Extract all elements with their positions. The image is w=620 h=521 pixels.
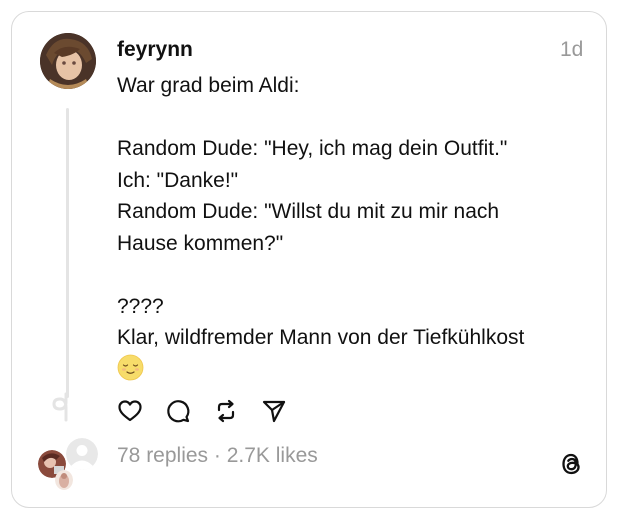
participant-avatar-default [66,438,98,470]
post-body: War grad beim Aldi: Random Dude: "Hey, i… [117,70,587,354]
thread-line [66,108,69,398]
post-line: Ich: "Danke!" [117,168,239,192]
threads-logo-icon[interactable] [558,450,584,478]
post-line [117,259,587,291]
likes-count[interactable]: 2.7K likes [227,444,318,467]
relieved-face-emoji [117,354,144,381]
post-line: Random Dude: "Hey, ich mag dein Outfit." [117,137,508,160]
participant-avatar [55,470,73,490]
post-line: Klar, wildfremder Mann von der Tiefkühlk… [117,326,525,349]
heart-icon[interactable] [117,398,143,424]
thread-loop-icon [52,392,68,422]
replies-count[interactable]: 78 replies [117,444,208,467]
post-line: Random Dude: "Willst du mit zu mir nach [117,200,500,223]
repost-icon[interactable] [213,398,239,424]
author-avatar[interactable] [40,33,96,89]
reply-participants[interactable] [38,438,102,494]
post-line: War grad beim Aldi: [117,74,300,97]
comment-icon[interactable] [165,398,191,424]
post-timestamp: 1d [560,38,584,61]
post-line: Hause kommen?" [117,231,284,255]
share-icon[interactable] [261,398,287,424]
post-stats: 78 replies · 2.7K likes [117,444,318,468]
stats-separator: · [208,444,227,467]
post-line [117,102,587,134]
author-username[interactable]: feyrynn [117,38,193,62]
post-line: ???? [117,294,164,318]
